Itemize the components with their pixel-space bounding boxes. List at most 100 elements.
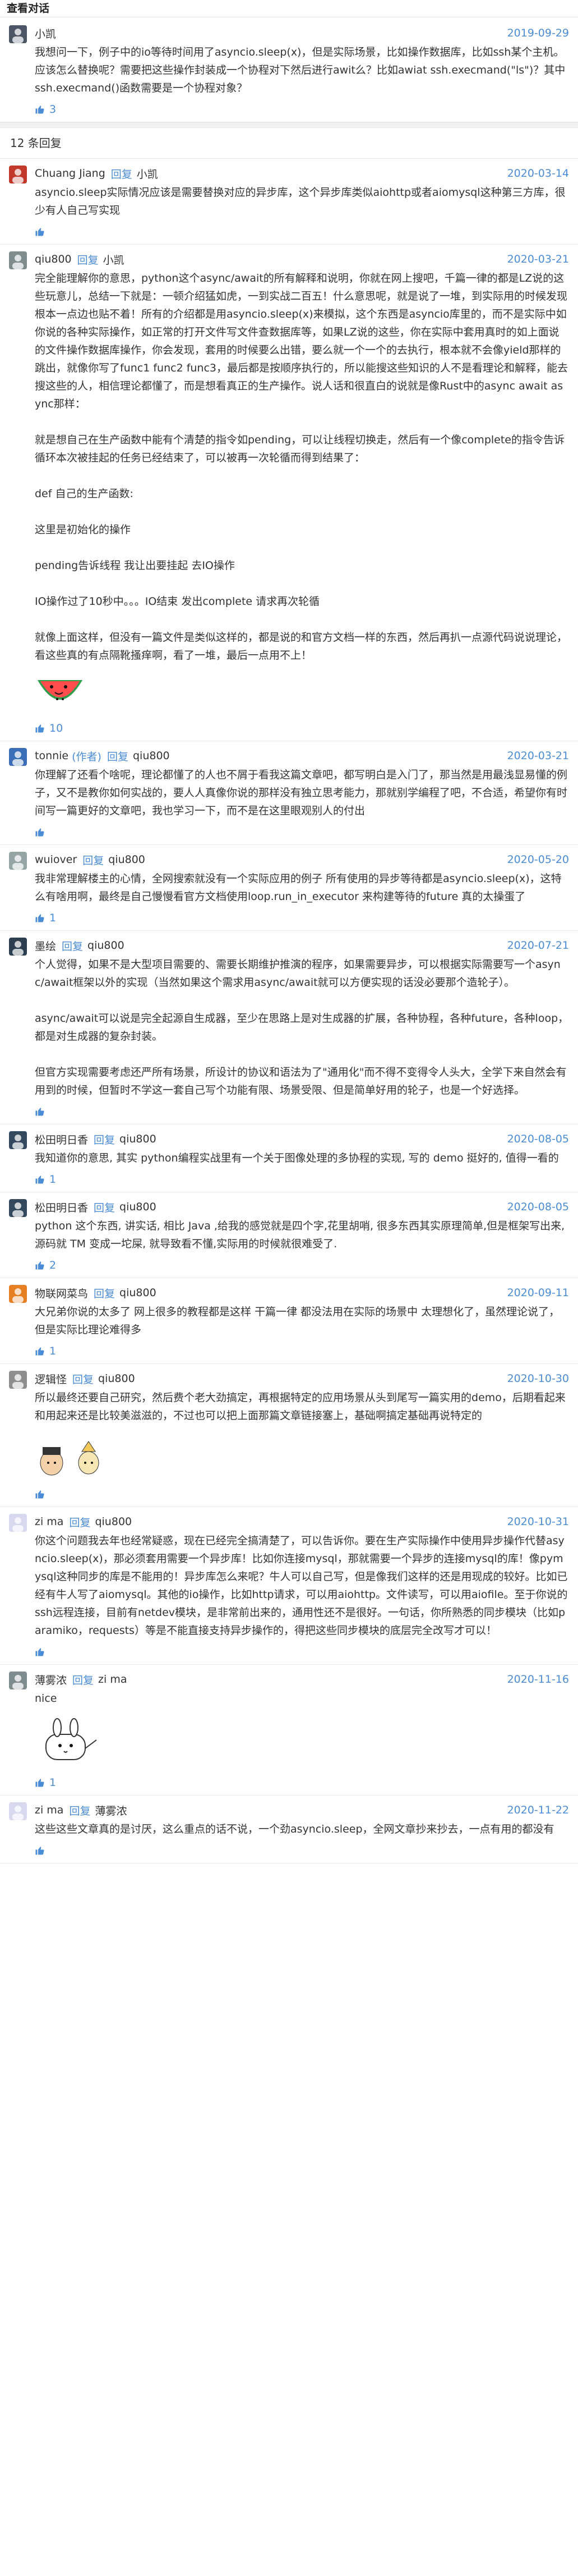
like-count: 10 xyxy=(49,722,63,734)
avatar[interactable] xyxy=(9,1199,27,1217)
like-button[interactable] xyxy=(35,225,569,238)
author-name[interactable]: 物联网菜鸟 xyxy=(35,1285,88,1301)
avatar[interactable] xyxy=(9,938,27,956)
like-count: 2 xyxy=(49,1259,57,1271)
comment-text: 你理解了还看个啥呢，理论都懂了的人也不屑于看我这篇文章吧，都写明白是入门了，那当… xyxy=(35,766,569,820)
avatar[interactable] xyxy=(9,251,27,269)
reply-target-name[interactable]: 小凯 xyxy=(137,166,158,181)
reply-target-name[interactable]: zi ma xyxy=(98,1673,127,1686)
comment-paragraph: 你理解了还看个啥呢，理论都懂了的人也不屑于看我这篇文章吧，都写明白是入门了，那当… xyxy=(35,769,568,817)
reply-link[interactable]: 回复 xyxy=(94,1200,115,1215)
avatar[interactable] xyxy=(9,1802,27,1820)
like-button[interactable] xyxy=(35,1105,569,1118)
reply-target-name[interactable]: qiu800 xyxy=(87,939,124,952)
author-name[interactable]: 小凯 xyxy=(35,26,56,41)
reply-link[interactable]: 回复 xyxy=(94,1132,115,1147)
comment-item: zi ma 回复 qiu800 2020-10-31 你这个问题我去年也经常疑惑，现在已… xyxy=(0,1507,578,1665)
user-avatar-icon xyxy=(12,751,24,766)
comment-text: 完全能理解你的意思，python这个async/await的所有解释和说明，你就… xyxy=(35,269,569,664)
bunny-sticker xyxy=(35,1718,569,1770)
like-button[interactable] xyxy=(35,1844,569,1857)
like-button[interactable]: 1 xyxy=(35,1173,569,1186)
author-name[interactable]: wuiover xyxy=(35,853,77,866)
like-button[interactable] xyxy=(35,825,569,839)
comment-item: wuiover 回复 qiu800 2020-05-20 我非常理解楼主的心情，全网搜索… xyxy=(0,845,578,931)
author-name[interactable]: 松田明日香 xyxy=(35,1200,88,1215)
comment-paragraph: 就是想自己在生产函数中能有个清楚的指令如pending，可以让线程切换走，然后有… xyxy=(35,434,565,464)
reply-target-name[interactable]: qiu800 xyxy=(133,750,170,762)
reply-link[interactable]: 回复 xyxy=(111,166,132,181)
reply-link[interactable]: 回复 xyxy=(62,938,83,953)
reply-target-name[interactable]: 薄雾浓 xyxy=(95,1803,127,1818)
comment-date: 2020-08-05 xyxy=(507,1133,569,1145)
like-button[interactable]: 1 xyxy=(35,1776,569,1789)
reply-target-name[interactable]: qiu800 xyxy=(108,853,145,866)
comment-text: 我想问一下，例子中的io等待时间用了asyncio.sleep(x)，但是实际场… xyxy=(35,46,566,94)
comment-item: zi ma 回复 薄雾浓 2020-11-22 这些这些文章真的是讨厌，这么重点的话不说… xyxy=(0,1796,578,1863)
comment-text: nice xyxy=(35,1689,569,1707)
like-button[interactable]: 10 xyxy=(35,722,569,735)
comment-date: 2020-10-30 xyxy=(507,1372,569,1385)
thumb-up-icon xyxy=(35,828,44,837)
author-name[interactable]: zi ma xyxy=(35,1804,63,1816)
author-name[interactable]: Chuang Jiang xyxy=(35,167,105,180)
author-name[interactable]: zi ma xyxy=(35,1516,63,1528)
avatar[interactable] xyxy=(9,25,27,43)
reply-link[interactable]: 回复 xyxy=(107,749,128,764)
author-name[interactable]: 松田明日香 xyxy=(35,1132,88,1147)
comment-date: 2020-05-20 xyxy=(507,853,569,866)
comment-item: 松田明日香 回复 qiu800 2020-08-05 我知道你的意思, 其实 pytho… xyxy=(0,1124,578,1192)
user-avatar-icon xyxy=(12,1675,24,1689)
reply-link[interactable]: 回复 xyxy=(69,1803,90,1818)
user-avatar-icon xyxy=(12,855,24,870)
avatar[interactable] xyxy=(9,1672,27,1689)
author-name[interactable]: 墨绘 xyxy=(35,938,56,953)
comment-paragraph: 所以最终还要自己研究，然后费个老大劲搞定，再根据特定的应用场景从头到尾写一篇实用… xyxy=(35,1392,566,1422)
like-count: 3 xyxy=(49,103,57,116)
reply-link[interactable]: 回复 xyxy=(72,1371,94,1386)
like-count: 1 xyxy=(49,1173,57,1186)
reply-link[interactable]: 回复 xyxy=(69,1514,90,1530)
like-button[interactable]: 1 xyxy=(35,1344,569,1358)
like-button[interactable]: 3 xyxy=(35,103,569,116)
author-name[interactable]: 薄雾浓 xyxy=(35,1672,67,1687)
author-name[interactable]: 逻辑怪 xyxy=(35,1371,67,1386)
like-button[interactable] xyxy=(35,1645,569,1659)
thumb-up-icon xyxy=(35,1261,44,1270)
user-avatar-icon xyxy=(9,25,27,43)
reply-link[interactable]: 回复 xyxy=(72,1672,94,1687)
reply-target-name[interactable]: qiu800 xyxy=(119,1133,156,1145)
reply-target-name[interactable]: qiu800 xyxy=(119,1201,156,1213)
avatar[interactable] xyxy=(9,1131,27,1149)
author-name[interactable]: tonnie xyxy=(35,750,68,762)
like-button[interactable] xyxy=(35,1487,569,1501)
comment-paragraph: async/await可以说是完全起源自生成器，至少在思路上是对生成器的扩展，各… xyxy=(35,1012,569,1043)
user-avatar-icon xyxy=(12,1806,24,1820)
comment-text: 所以最终还要自己研究，然后费个老大劲搞定，再根据特定的应用场景从头到尾写一篇实用… xyxy=(35,1389,569,1425)
comment-item: 物联网菜鸟 回复 qiu800 2020-09-11 大兄弟你说的太多了 网上很多的教程… xyxy=(0,1278,578,1364)
comment-date: 2020-10-31 xyxy=(507,1516,569,1528)
thumb-up-icon xyxy=(35,1347,44,1356)
avatar[interactable] xyxy=(9,166,27,183)
reply-target-name[interactable]: 小凯 xyxy=(103,252,124,267)
comment-text: 我非常理解楼主的心情，全网搜索就没有一个实际应用的例子 所有使用的异步等待都是a… xyxy=(35,870,569,906)
reply-link[interactable]: 回复 xyxy=(77,252,99,267)
author-name[interactable]: qiu800 xyxy=(35,253,72,265)
avatar[interactable] xyxy=(9,748,27,766)
like-count: 1 xyxy=(49,912,57,924)
like-button[interactable]: 1 xyxy=(35,911,569,925)
avatar[interactable] xyxy=(9,1514,27,1532)
avatar[interactable] xyxy=(9,852,27,870)
avatar[interactable] xyxy=(9,1285,27,1303)
reply-target-name[interactable]: qiu800 xyxy=(98,1372,135,1385)
avatar[interactable] xyxy=(9,1371,27,1389)
reply-target-name[interactable]: qiu800 xyxy=(119,1287,156,1299)
reply-target-name[interactable]: qiu800 xyxy=(95,1516,132,1528)
user-avatar-icon xyxy=(12,255,24,269)
comment-paragraph: def 自己的生产函数: xyxy=(35,488,133,500)
conversation-page: 查看对话 小凯 2019-09-29 我想问一下，例子中的io等待时间用了asy… xyxy=(0,0,578,2576)
comment-text: 我知道你的意思, 其实 python编程实战里有一个关于图像处理的多协程的实现,… xyxy=(35,1149,569,1167)
like-button[interactable]: 2 xyxy=(35,1259,569,1272)
reply-link[interactable]: 回复 xyxy=(94,1285,115,1301)
reply-link[interactable]: 回复 xyxy=(82,852,104,867)
